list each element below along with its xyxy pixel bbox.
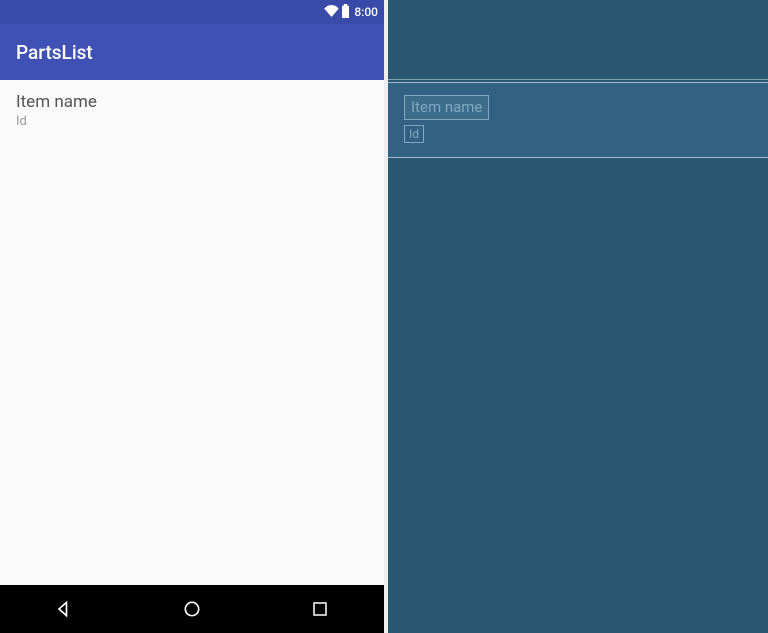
status-clock: 8:00 [354, 5, 378, 19]
nav-back-button[interactable] [34, 585, 94, 633]
wifi-icon [324, 5, 339, 20]
status-bar: 8:00 [0, 0, 384, 24]
battery-icon [341, 4, 350, 21]
app-title: PartsList [16, 41, 93, 64]
list-content: Item name Id [0, 80, 384, 585]
navigation-bar [0, 585, 384, 633]
blueprint-list-item-region[interactable]: Item name Id [388, 82, 768, 158]
list-item-id[interactable]: Id [16, 114, 368, 129]
app-bar: PartsList [0, 24, 384, 80]
blueprint-appbar-region [388, 0, 768, 80]
blueprint-item-id-box[interactable]: Id [404, 125, 424, 143]
blueprint-item-name-box[interactable]: Item name [404, 95, 489, 120]
nav-home-button[interactable] [162, 585, 222, 633]
list-item-name[interactable]: Item name [16, 92, 368, 112]
device-preview: 8:00 PartsList Item name Id [0, 0, 384, 633]
nav-recent-button[interactable] [290, 585, 350, 633]
blueprint-panel: Item name Id [384, 0, 768, 633]
